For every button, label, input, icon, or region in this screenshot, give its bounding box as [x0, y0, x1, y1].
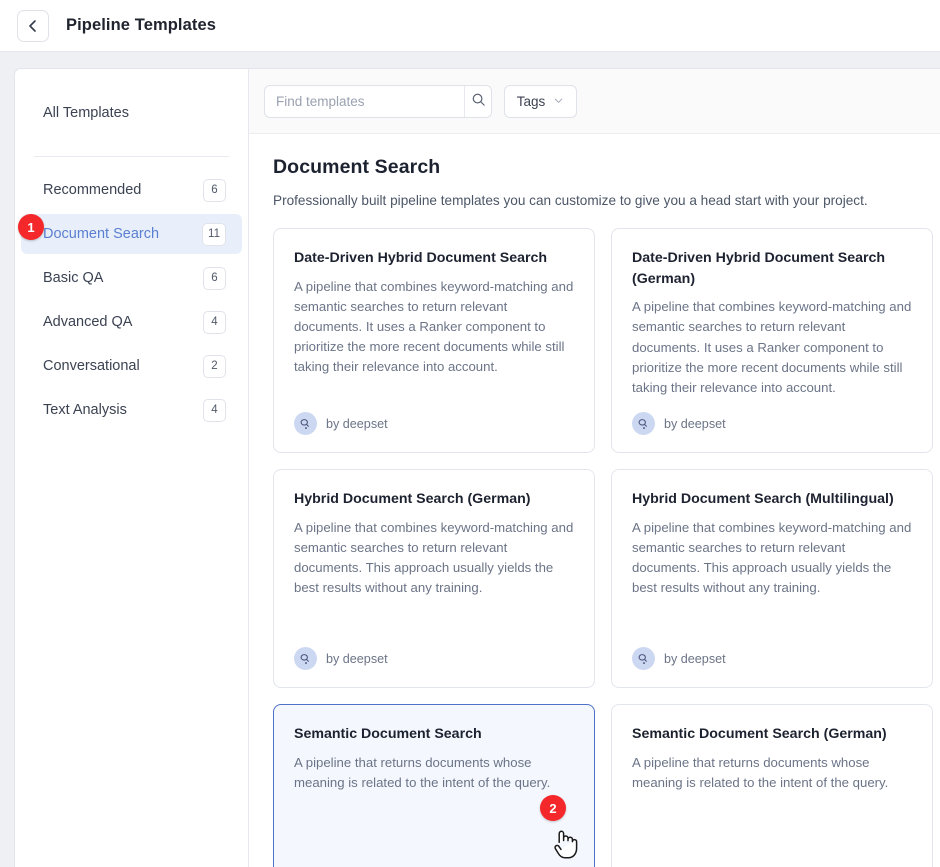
- template-card[interactable]: Hybrid Document Search (Multilingual) A …: [611, 469, 933, 688]
- author-name: by deepset: [664, 652, 726, 666]
- sidebar-item-label: Advanced QA: [43, 314, 132, 330]
- sidebar-item-label: Recommended: [43, 182, 141, 198]
- sidebar-item-advanced-qa[interactable]: Advanced QA 4: [21, 302, 242, 342]
- template-card[interactable]: Semantic Document Search (German) A pipe…: [611, 704, 933, 867]
- template-card-selected[interactable]: Semantic Document Search A pipeline that…: [273, 704, 595, 867]
- card-author: by deepset: [294, 398, 574, 435]
- tags-label: Tags: [517, 94, 546, 109]
- card-description: A pipeline that returns documents whose …: [294, 753, 574, 793]
- template-card[interactable]: Date-Driven Hybrid Document Search (Germ…: [611, 228, 933, 453]
- sidebar-item-label: All Templates: [43, 105, 129, 121]
- card-title: Hybrid Document Search (Multilingual): [632, 489, 912, 510]
- sidebar-item-count: 4: [203, 311, 226, 334]
- card-description: A pipeline that combines keyword-matchin…: [632, 297, 912, 398]
- card-description: A pipeline that combines keyword-matchin…: [294, 518, 574, 599]
- search-icon: [471, 92, 486, 110]
- sidebar-item-recommended[interactable]: Recommended 6: [21, 170, 242, 210]
- main-shell: All Templates Recommended 6 Document Sea…: [14, 68, 940, 867]
- sidebar-item-count: 2: [203, 355, 226, 378]
- card-title: Hybrid Document Search (German): [294, 489, 574, 510]
- app-header: Pipeline Templates: [0, 0, 940, 52]
- author-name: by deepset: [326, 652, 388, 666]
- deepset-logo-icon: [294, 412, 317, 435]
- annotation-marker-2: 2: [540, 795, 566, 821]
- page-title: Pipeline Templates: [66, 16, 216, 35]
- sidebar-nav-list: Recommended 6 Document Search 11 Basic Q…: [15, 157, 248, 430]
- sidebar-item-all-templates[interactable]: All Templates: [15, 69, 248, 156]
- section-heading: Document Search: [273, 156, 940, 179]
- chevron-down-icon: [553, 94, 564, 109]
- card-description: A pipeline that combines keyword-matchin…: [294, 277, 574, 378]
- deepset-logo-icon: [632, 412, 655, 435]
- sidebar-item-basic-qa[interactable]: Basic QA 6: [21, 258, 242, 298]
- card-author: by deepset: [632, 398, 912, 435]
- card-author: by deepset: [632, 633, 912, 670]
- sidebar-item-text-analysis[interactable]: Text Analysis 4: [21, 390, 242, 430]
- templates-scroll-region[interactable]: Document Search Professionally built pip…: [249, 134, 940, 867]
- card-description: A pipeline that returns documents whose …: [632, 753, 912, 793]
- sidebar-item-count: 6: [203, 267, 226, 290]
- card-title: Semantic Document Search (German): [632, 724, 912, 745]
- content-area: Tags Document Search Professionally buil…: [249, 69, 940, 867]
- author-name: by deepset: [664, 417, 726, 431]
- sidebar-item-label: Text Analysis: [43, 402, 127, 418]
- card-author: by deepset: [294, 633, 574, 670]
- sidebar-item-label: Basic QA: [43, 270, 103, 286]
- sidebar-item-conversational[interactable]: Conversational 2: [21, 346, 242, 386]
- annotation-marker-1: 1: [18, 214, 44, 240]
- sidebar-item-count: 11: [202, 223, 226, 246]
- sidebar-item-label: Document Search: [43, 226, 159, 242]
- section-subheading: Professionally built pipeline templates …: [273, 193, 940, 208]
- sidebar-item-count: 4: [203, 399, 226, 422]
- card-action-buttons: View Details Use Template: [294, 860, 574, 867]
- sidebar-item-label: Conversational: [43, 358, 140, 374]
- tags-dropdown[interactable]: Tags: [504, 85, 577, 118]
- sidebar-item-count: 6: [203, 179, 226, 202]
- card-title: Date-Driven Hybrid Document Search: [294, 248, 574, 269]
- search-input[interactable]: [265, 86, 464, 117]
- arrow-left-icon: [25, 18, 41, 34]
- card-description: A pipeline that combines keyword-matchin…: [632, 518, 912, 599]
- content-toolbar: Tags: [249, 69, 940, 134]
- back-button[interactable]: [17, 10, 49, 42]
- template-card[interactable]: Hybrid Document Search (German) A pipeli…: [273, 469, 595, 688]
- template-card[interactable]: Date-Driven Hybrid Document Search A pip…: [273, 228, 595, 453]
- deepset-logo-icon: [294, 647, 317, 670]
- card-title: Semantic Document Search: [294, 724, 574, 745]
- search-button[interactable]: [464, 86, 491, 117]
- sidebar: All Templates Recommended 6 Document Sea…: [15, 69, 249, 867]
- card-title: Date-Driven Hybrid Document Search (Germ…: [632, 248, 912, 289]
- deepset-logo-icon: [632, 647, 655, 670]
- template-card-grid: Date-Driven Hybrid Document Search A pip…: [273, 228, 940, 867]
- search-box: [264, 85, 492, 118]
- author-name: by deepset: [326, 417, 388, 431]
- sidebar-item-document-search[interactable]: Document Search 11: [21, 214, 242, 254]
